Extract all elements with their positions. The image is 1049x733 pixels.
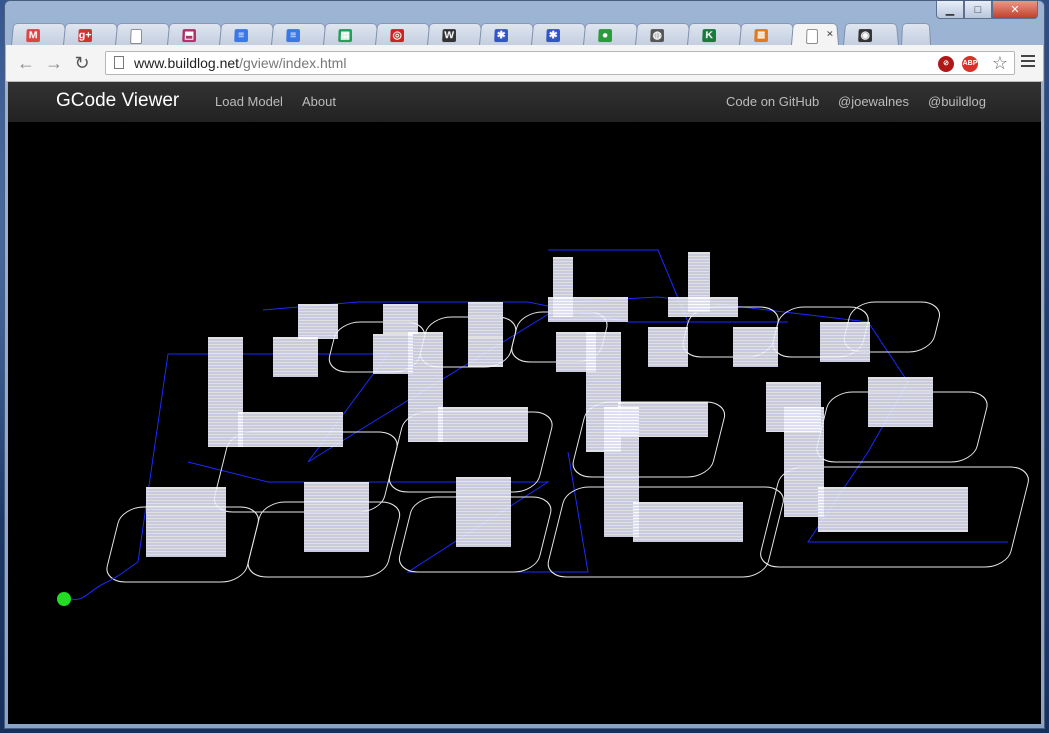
browser-tab[interactable]: ▦ (323, 23, 379, 45)
evernote-icon: ● (598, 29, 612, 43)
brand-title[interactable]: GCode Viewer (56, 90, 179, 112)
model-part (456, 477, 511, 547)
url-path: /gview/index.html (239, 55, 347, 71)
browser-tab[interactable]: ≡ (271, 23, 327, 45)
model-part (633, 502, 743, 542)
google-docs-icon: ≡ (234, 29, 248, 43)
spiral-icon: ◍ (650, 29, 664, 43)
browser-toolbar: ← → ↻ www.buildlog.net/gview/index.html … (6, 45, 1043, 82)
model-part (298, 304, 338, 339)
minimize-button[interactable]: ▁ (936, 1, 964, 19)
pdf-icon: ⬒ (182, 29, 196, 43)
browser-tab[interactable]: M (11, 23, 67, 45)
blank-page-icon (130, 29, 143, 45)
blank-page-icon (806, 29, 818, 45)
google-plus-icon: g+ (78, 29, 92, 43)
google-docs-icon: ≡ (286, 29, 300, 43)
model-part (766, 382, 821, 432)
browser-tab[interactable]: ✱ (531, 23, 587, 45)
google-sheets-icon: ▦ (338, 29, 352, 43)
k-icon: K (702, 29, 716, 43)
site-navbar: GCode Viewer Load Model About Code on Gi… (8, 82, 1041, 123)
model-part (238, 412, 343, 447)
browser-tab[interactable]: g+ (63, 23, 119, 45)
model-part (383, 304, 418, 334)
nav-buildlog[interactable]: @buildlog (928, 94, 986, 109)
chrome-menu-icon[interactable] (1021, 55, 1035, 69)
wikipedia-icon: W (442, 29, 456, 43)
browser-tab[interactable]: ◉ (843, 23, 899, 45)
model-part (468, 337, 503, 367)
bookmark-star-icon[interactable]: ☆ (992, 53, 1008, 74)
model-part (820, 322, 870, 362)
browser-tab[interactable]: × (791, 23, 839, 45)
no-script-icon[interactable]: ⊘ (938, 56, 954, 72)
browser-tab[interactable] (115, 23, 171, 45)
maximize-button[interactable]: □ (964, 1, 992, 19)
browser-tab[interactable]: ◎ (375, 23, 431, 45)
nav-joewalnes[interactable]: @joewalnes (838, 94, 909, 109)
browser-tab[interactable]: ≣ (739, 23, 795, 45)
forward-arrow-icon[interactable]: → (44, 53, 64, 73)
gmail-icon: M (26, 29, 40, 43)
back-arrow-icon[interactable]: ← (16, 53, 36, 73)
stack-overflow-icon: ≣ (754, 29, 768, 43)
browser-window: ▁ □ ✕ Mg+ ⬒ ≡ ≡ ▦ ◎ W ✱ ✱ ● ◍ K ≣ × ◉ ← → ↻ www.buildl… (4, 0, 1045, 729)
browser-tab[interactable]: K (687, 23, 743, 45)
browser-tab[interactable]: W (427, 23, 483, 45)
nav-code-on-github[interactable]: Code on GitHub (726, 94, 819, 109)
model-part (668, 297, 738, 317)
close-window-button[interactable]: ✕ (992, 1, 1038, 19)
model-part (556, 332, 596, 372)
model-part (146, 487, 226, 557)
start-toolpath (70, 561, 139, 601)
browser-tab[interactable]: ⬒ (167, 23, 223, 45)
github-icon: ◉ (858, 29, 872, 43)
nav-about[interactable]: About (302, 94, 336, 109)
browser-tab[interactable]: ● (583, 23, 639, 45)
model-part (438, 407, 528, 442)
opera-icon: ◎ (390, 29, 404, 43)
model-part (868, 377, 933, 427)
adblock-icon[interactable]: ABP (962, 56, 978, 72)
url-host: www.buildlog.net (134, 55, 240, 71)
model-part (373, 334, 413, 374)
model-part (408, 332, 443, 442)
model-part (818, 487, 968, 532)
browser-tab[interactable]: ✱ (479, 23, 535, 45)
browser-tab[interactable]: ◍ (635, 23, 691, 45)
nav-load-model[interactable]: Load Model (215, 94, 283, 109)
model-part (548, 297, 628, 322)
new-tab-button[interactable] (901, 23, 931, 45)
url-text[interactable]: www.buildlog.net/gview/index.html (134, 55, 346, 71)
gear-blue-icon: ✱ (546, 29, 560, 43)
gear-blue-icon: ✱ (494, 29, 508, 43)
address-bar[interactable]: www.buildlog.net/gview/index.html ⊘ ABP … (105, 51, 1015, 75)
model-part (208, 337, 243, 447)
model-part (273, 337, 318, 377)
model-part (733, 327, 778, 367)
gcode-3d-viewport[interactable] (8, 122, 1041, 724)
start-marker (57, 592, 71, 606)
model-part (648, 327, 688, 367)
window-controls: ▁ □ ✕ (936, 1, 1038, 21)
close-tab-icon[interactable]: × (826, 27, 833, 40)
page-icon (114, 56, 124, 69)
reload-icon[interactable]: ↻ (72, 53, 92, 73)
model-part (304, 482, 369, 552)
tab-strip: Mg+ ⬒ ≡ ≡ ▦ ◎ W ✱ ✱ ● ◍ K ≣ × ◉ (11, 19, 931, 45)
model-part (468, 302, 503, 337)
gcode-render-canvas[interactable] (8, 122, 1043, 726)
browser-tab[interactable]: ≡ (219, 23, 275, 45)
